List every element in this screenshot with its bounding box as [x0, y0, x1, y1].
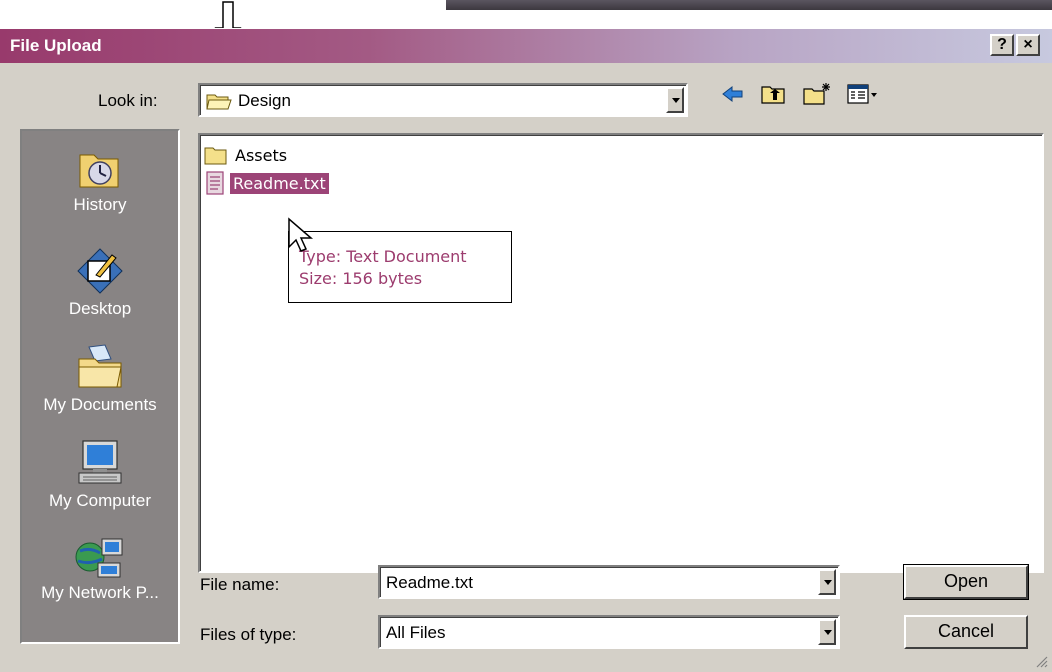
file-info-tooltip: Type: Text Document Size: 156 bytes: [288, 231, 512, 303]
text-file-icon: [206, 171, 224, 195]
resize-grip-icon[interactable]: [1034, 654, 1048, 668]
tooltip-size: Size: 156 bytes: [299, 269, 423, 288]
file-item-name: Readme.txt: [230, 172, 329, 194]
files-of-type-combobox[interactable]: All Files: [378, 615, 840, 649]
title-bar[interactable]: File Upload ? ×: [0, 29, 1052, 63]
places-label: Desktop: [68, 299, 132, 318]
cancel-button[interactable]: Cancel: [904, 615, 1028, 649]
my-computer-icon: [78, 440, 122, 484]
look-in-label: Look in:: [98, 91, 158, 110]
file-name-dropdown-button[interactable]: [818, 569, 836, 595]
up-folder-icon[interactable]: [760, 81, 788, 107]
folder-open-icon: [206, 94, 232, 110]
background-strip: [446, 0, 1052, 10]
close-button[interactable]: ×: [1016, 34, 1040, 56]
places-item-desktop[interactable]: Desktop: [22, 247, 178, 319]
view-menu-icon[interactable]: [846, 81, 880, 107]
places-item-history[interactable]: History: [22, 147, 178, 215]
my-documents-icon: [78, 344, 122, 388]
back-arrow-icon[interactable]: [720, 81, 746, 107]
folder-icon: [204, 147, 227, 165]
files-of-type-dropdown-button[interactable]: [818, 619, 836, 645]
files-of-type-value: All Files: [386, 623, 446, 642]
file-name-label: File name:: [200, 575, 280, 594]
my-network-places-icon: [75, 538, 123, 578]
places-label: My Computer: [48, 491, 152, 510]
tooltip-type: Type: Text Document: [299, 247, 467, 266]
places-label: My Network P...: [41, 583, 159, 602]
files-of-type-label: Files of type:: [200, 625, 297, 644]
places-label: History: [73, 195, 127, 214]
new-folder-icon[interactable]: [802, 81, 832, 107]
look-in-combobox[interactable]: Design: [198, 83, 688, 117]
file-name-combobox[interactable]: Readme.txt: [378, 565, 840, 599]
places-item-my-computer[interactable]: My Computer: [22, 439, 178, 511]
mouse-cursor-icon: [288, 217, 314, 252]
file-item-readme[interactable]: Readme.txt: [204, 171, 329, 195]
places-item-my-documents[interactable]: My Documents: [22, 343, 178, 415]
file-list[interactable]: Assets Readme.txt: [198, 133, 1044, 573]
file-item-assets[interactable]: Assets: [204, 143, 290, 167]
places-bar: History Desktop My Documents My Computer…: [20, 129, 180, 644]
open-button[interactable]: Open: [903, 564, 1029, 600]
dialog-title: File Upload: [10, 36, 102, 55]
file-name-input[interactable]: Readme.txt: [386, 573, 473, 593]
history-icon: [79, 154, 119, 188]
places-label: My Documents: [43, 395, 157, 414]
look-in-dropdown-button[interactable]: [666, 87, 684, 113]
places-item-my-network-places[interactable]: My Network P...: [22, 537, 178, 603]
file-upload-dialog: File Upload ? × Look in: Design History …: [0, 28, 1052, 672]
file-item-name: Assets: [235, 145, 288, 165]
look-in-value: Design: [238, 91, 291, 110]
help-button[interactable]: ?: [990, 34, 1014, 56]
desktop-icon: [77, 248, 123, 294]
